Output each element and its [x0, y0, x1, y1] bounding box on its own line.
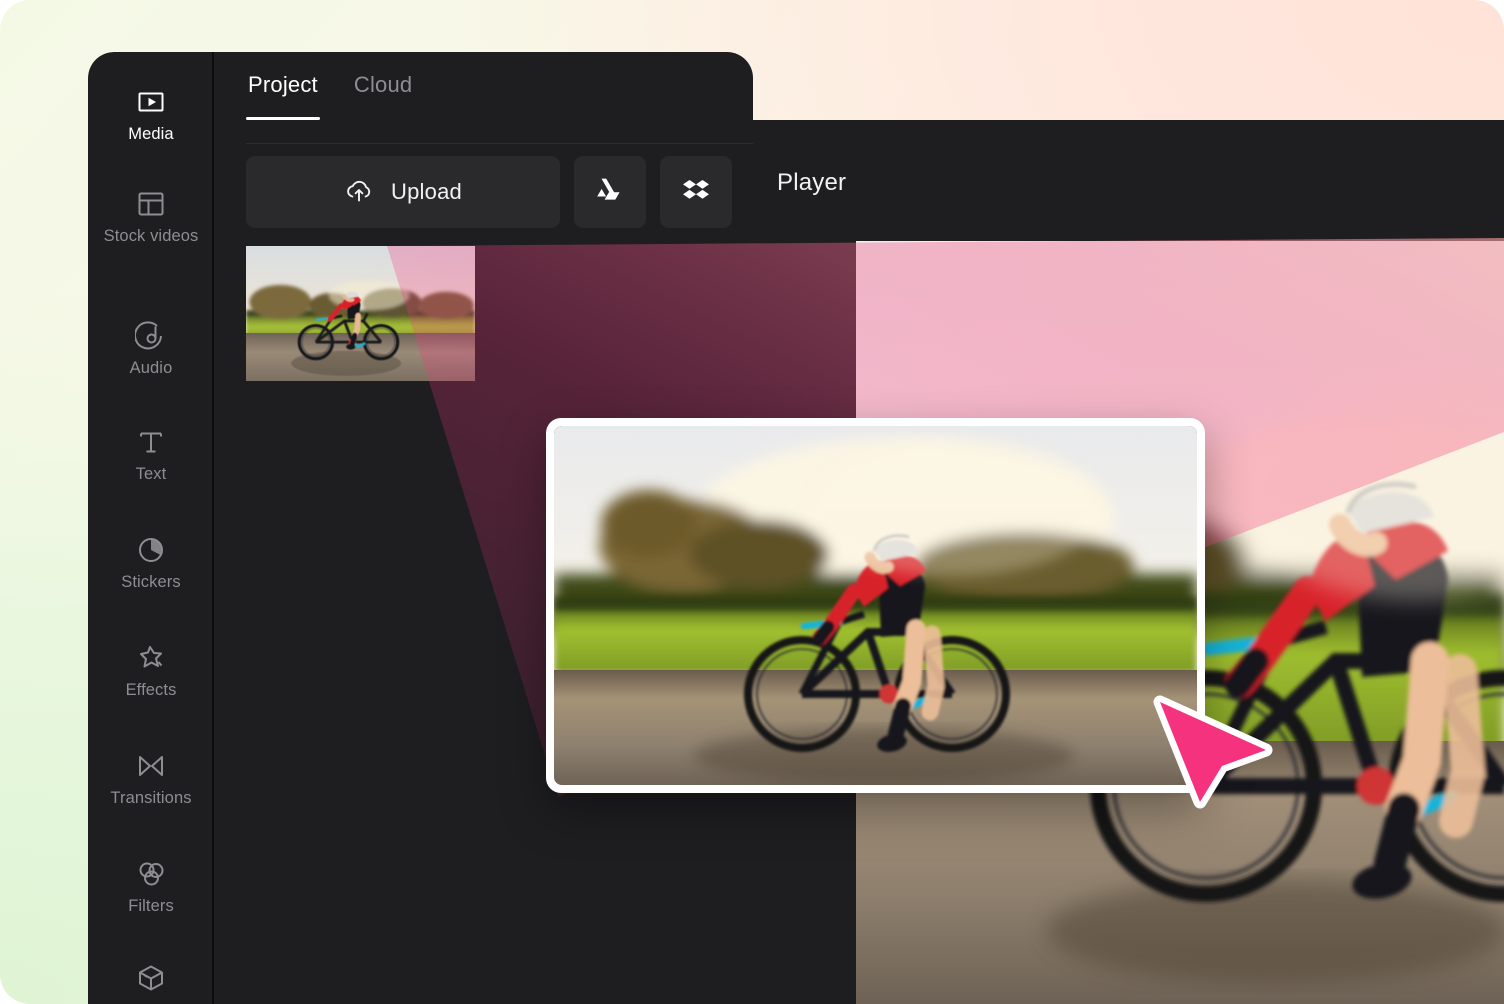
upload-toolbar: Upload — [246, 156, 732, 228]
sidebar-item-stickers[interactable]: Stickers — [88, 534, 214, 592]
sidebar-rail: Media Stock videos Audio Text Stickers E… — [88, 52, 214, 1004]
sidebar-item-media[interactable]: Media — [88, 86, 214, 144]
transitions-bowtie-icon — [135, 750, 167, 782]
audio-note-icon — [135, 320, 167, 352]
sidebar-item-label: Stock videos — [103, 227, 199, 245]
sidebar-item-label: Transitions — [110, 789, 192, 807]
media-item-cyclist-clip[interactable] — [246, 246, 475, 381]
sidebar-item-label: Audio — [129, 359, 173, 377]
text-t-icon — [135, 426, 167, 458]
cloud-upload-icon — [344, 175, 374, 210]
tab-label: Cloud — [353, 72, 413, 97]
dropbox-icon — [681, 175, 711, 210]
sidebar-item-text[interactable]: Text — [88, 426, 214, 484]
media-panel-tabs: Project Cloud — [246, 72, 753, 144]
dropbox-button[interactable] — [660, 156, 732, 228]
upload-button[interactable]: Upload — [246, 156, 560, 228]
upload-button-label: Upload — [391, 179, 462, 204]
player-title: Player — [777, 169, 847, 196]
cyclist-thumbnail-image — [246, 246, 475, 381]
sidebar-item-label: Filters — [128, 897, 174, 915]
tab-cloud[interactable]: Cloud — [352, 72, 414, 120]
drag-preview-image — [554, 426, 1197, 785]
sidebar-item-stock-videos[interactable]: Stock videos — [88, 188, 214, 246]
sidebar-item-audio[interactable]: Audio — [88, 320, 214, 378]
tab-label: Project — [248, 72, 318, 97]
sidebar-item-filters[interactable]: Filters — [88, 858, 214, 916]
tab-project[interactable]: Project — [246, 72, 320, 120]
sidebar-item-effects[interactable]: Effects — [88, 642, 214, 700]
effects-star-icon — [135, 642, 167, 674]
sidebar-item-3d[interactable] — [88, 962, 214, 1001]
google-drive-icon — [595, 175, 625, 210]
page-background: Media Stock videos Audio Text Stickers E… — [0, 0, 1504, 1004]
sidebar-item-label: Text — [135, 465, 167, 483]
google-drive-button[interactable] — [574, 156, 646, 228]
sidebar-item-transitions[interactable]: Transitions — [88, 750, 214, 808]
sidebar-item-label: Effects — [125, 681, 177, 699]
filters-rings-icon — [135, 858, 167, 890]
sidebar-item-label: Media — [128, 125, 174, 143]
layout-grid-icon — [135, 188, 167, 220]
sidebar-item-label: Stickers — [121, 573, 181, 591]
sticker-circle-icon — [135, 534, 167, 566]
drag-preview-card[interactable] — [546, 418, 1205, 793]
media-play-icon — [135, 86, 167, 118]
cube-3d-icon — [135, 962, 167, 994]
